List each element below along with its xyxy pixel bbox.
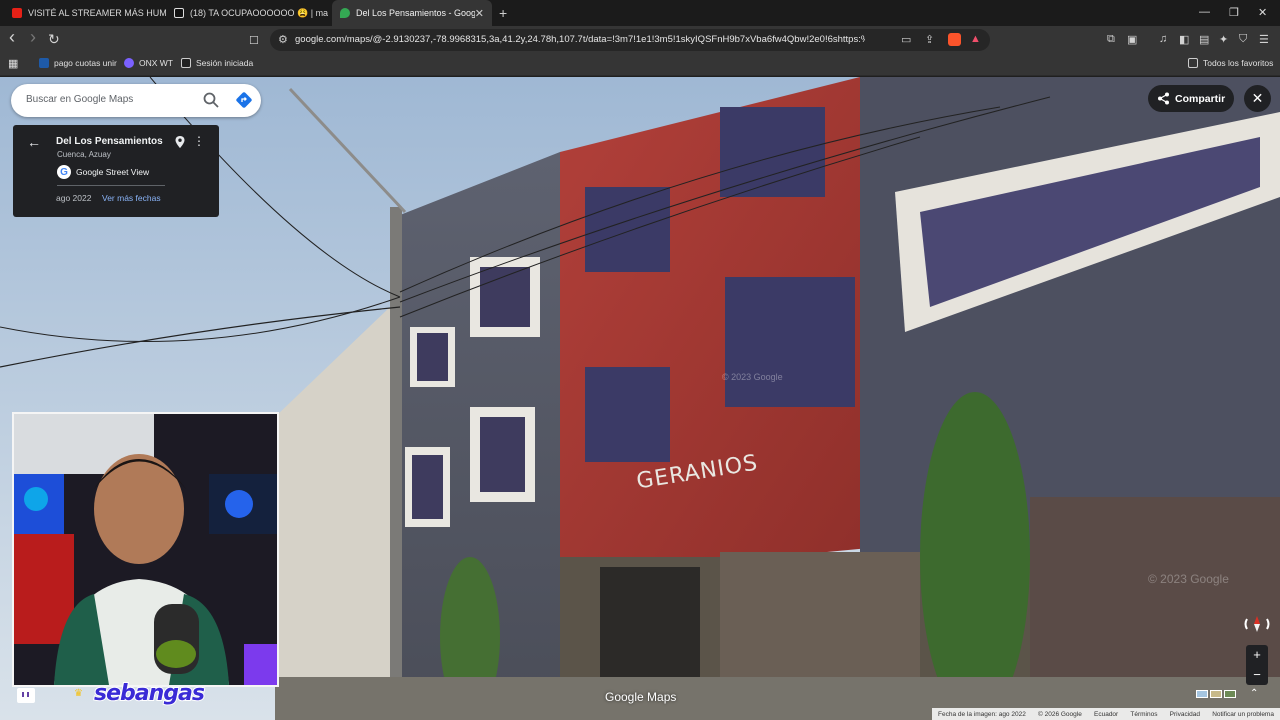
tab-strip: VISITÉ AL STREAMER MÁS HUMILDE (18) TA O… [0,0,1280,26]
close-street-view-button[interactable]: ✕ [1244,85,1271,112]
streamer-webcam-image [14,414,277,685]
onx-icon [124,58,134,68]
vpn-icon[interactable]: ⛉ [1239,33,1247,46]
back-arrow-icon[interactable]: ← [27,134,41,150]
all-bookmarks[interactable]: Todos los favoritos [1188,58,1273,68]
url-text[interactable]: google.com/maps/@-2.9130237,-78.9968315,… [295,34,865,45]
apps-grid-icon[interactable]: ▦ [8,57,18,70]
share-page-icon[interactable]: ⇪ [925,33,934,46]
back-button[interactable]: ‹ [9,28,15,46]
site-settings-icon[interactable]: ⚙ [278,33,288,46]
notion-icon [181,58,191,68]
bookmark-icon[interactable]: ☐ [249,33,259,49]
zoom-controls: + − [1246,645,1268,685]
cast-icon[interactable]: ▭ [901,33,911,46]
divider [57,185,165,186]
unir-icon [39,58,49,68]
tab-title: (18) TA OCUPAOOOOOO 😩 | madu [190,7,328,18]
thumbnail[interactable] [1210,690,1222,698]
restore-button[interactable]: ❐ [1229,6,1239,19]
place-title: Del Los Pensamientos [56,136,163,147]
maps-footer: Fecha de la imagen: ago 2022 © 2026 Goog… [932,708,1280,720]
bookmark-label: pago cuotas unir [54,58,117,68]
minimize-button[interactable]: — [1199,6,1210,18]
bookmark-label: Todos los favoritos [1203,58,1274,68]
search-input[interactable]: Buscar en Google Maps [26,94,133,105]
place-subtitle: Cuenca, Azuay [57,150,111,159]
toolbar: ‹ › ↻ ☐ ⚙ google.com/maps/@-2.9130237,-7… [0,26,1280,54]
terms-link[interactable]: Términos [1130,711,1157,718]
google-watermark: © 2023 Google [722,372,783,382]
expand-icon[interactable]: ⌃ [1250,688,1258,699]
more-options-icon[interactable]: ⋮ [193,134,205,148]
close-window-button[interactable]: ✕ [1258,6,1267,19]
sidebar-icon[interactable]: ◧ [1179,33,1189,46]
search-box[interactable]: Buscar en Google Maps [11,84,261,117]
share-button[interactable]: Compartir [1148,85,1234,112]
menu-icon[interactable]: ☰ [1259,33,1269,46]
directions-icon[interactable] [235,91,253,109]
wallet-icon-2[interactable]: ▤ [1199,33,1209,46]
twitch-icon [17,688,35,703]
imagery-thumbnails[interactable] [1196,690,1236,698]
zoom-in-button[interactable]: + [1246,645,1268,665]
google-watermark: © 2023 Google [1148,572,1229,586]
address-bar[interactable]: ⚙ google.com/maps/@-2.9130237,-78.996831… [270,29,990,51]
folder-icon [1188,58,1198,68]
leo-icon[interactable]: ✦ [1219,33,1228,46]
google-maps-logo: Google Maps [605,690,677,704]
streamer-name: sebangas [93,680,206,707]
bookmark-pago-cuotas[interactable]: pago cuotas unir [39,58,117,68]
bookmark-onx-wt[interactable]: ONX WT [124,58,173,68]
tab-title: Del Los Pensamientos - Google M [356,8,475,18]
search-icon[interactable] [202,91,220,109]
privacy-link[interactable]: Privacidad [1170,711,1200,718]
tab-close-icon[interactable]: ✕ [475,7,484,20]
crown-icon: ♛ [74,688,83,699]
share-label: Compartir [1175,92,1226,105]
country-link[interactable]: Ecuador [1094,711,1118,718]
source-label: Google Street View [76,167,150,177]
street-view-info-card: ← Del Los Pensamientos Cuenca, Azuay G G… [13,125,219,217]
tab-title: VISITÉ AL STREAMER MÁS HUMILDE [28,8,166,18]
bookmark-sesion-iniciada[interactable]: Sesión iniciada [181,58,253,68]
music-icon[interactable]: ♫ [1159,33,1167,45]
capture-date: ago 2022 [56,193,92,203]
tiktok-icon [174,8,184,18]
reload-button[interactable]: ↻ [48,31,60,47]
extensions-icon[interactable]: ⧉ [1107,33,1115,46]
tab-tiktok[interactable]: (18) TA OCUPAOOOOOO 😩 | madu [166,0,328,26]
thumbnail[interactable] [1224,690,1236,698]
watermark-text: © 2023 Google [1148,572,1229,586]
forward-button[interactable]: › [30,28,36,46]
webcam-overlay [12,412,279,687]
zoom-out-button[interactable]: − [1246,665,1268,685]
image-date: Fecha de la imagen: ago 2022 [938,710,1026,718]
imagery-source: G Google Street View [57,165,149,179]
bookmark-label: ONX WT [139,58,173,68]
share-icon [1158,92,1169,105]
youtube-icon [12,8,22,18]
report-problem-link[interactable]: Notificar un problema [1212,711,1274,718]
new-tab-button[interactable]: + [499,5,507,21]
bookmarks-bar: ▦ pago cuotas unir ONX WT Sesión iniciad… [0,54,1280,76]
tab-youtube[interactable]: VISITÉ AL STREAMER MÁS HUMILDE [4,0,166,26]
brave-shield-icon[interactable] [948,33,961,46]
watermark-text: © 2023 Google [722,372,783,382]
brave-rewards-icon[interactable]: ▲ [970,33,981,45]
location-pin-icon[interactable] [174,135,186,149]
tab-google-maps[interactable]: Del Los Pensamientos - Google M ✕ [332,0,492,26]
more-dates-link[interactable]: Ver más fechas [102,193,161,203]
thumbnail[interactable] [1196,690,1208,698]
copyright: © 2026 Google [1038,710,1082,718]
maps-pin-icon [340,8,350,18]
wallet-icon[interactable]: ▣ [1127,33,1137,46]
google-logo-icon: G [57,165,71,179]
compass-icon[interactable] [1243,613,1271,635]
bookmark-label: Sesión iniciada [196,58,254,68]
